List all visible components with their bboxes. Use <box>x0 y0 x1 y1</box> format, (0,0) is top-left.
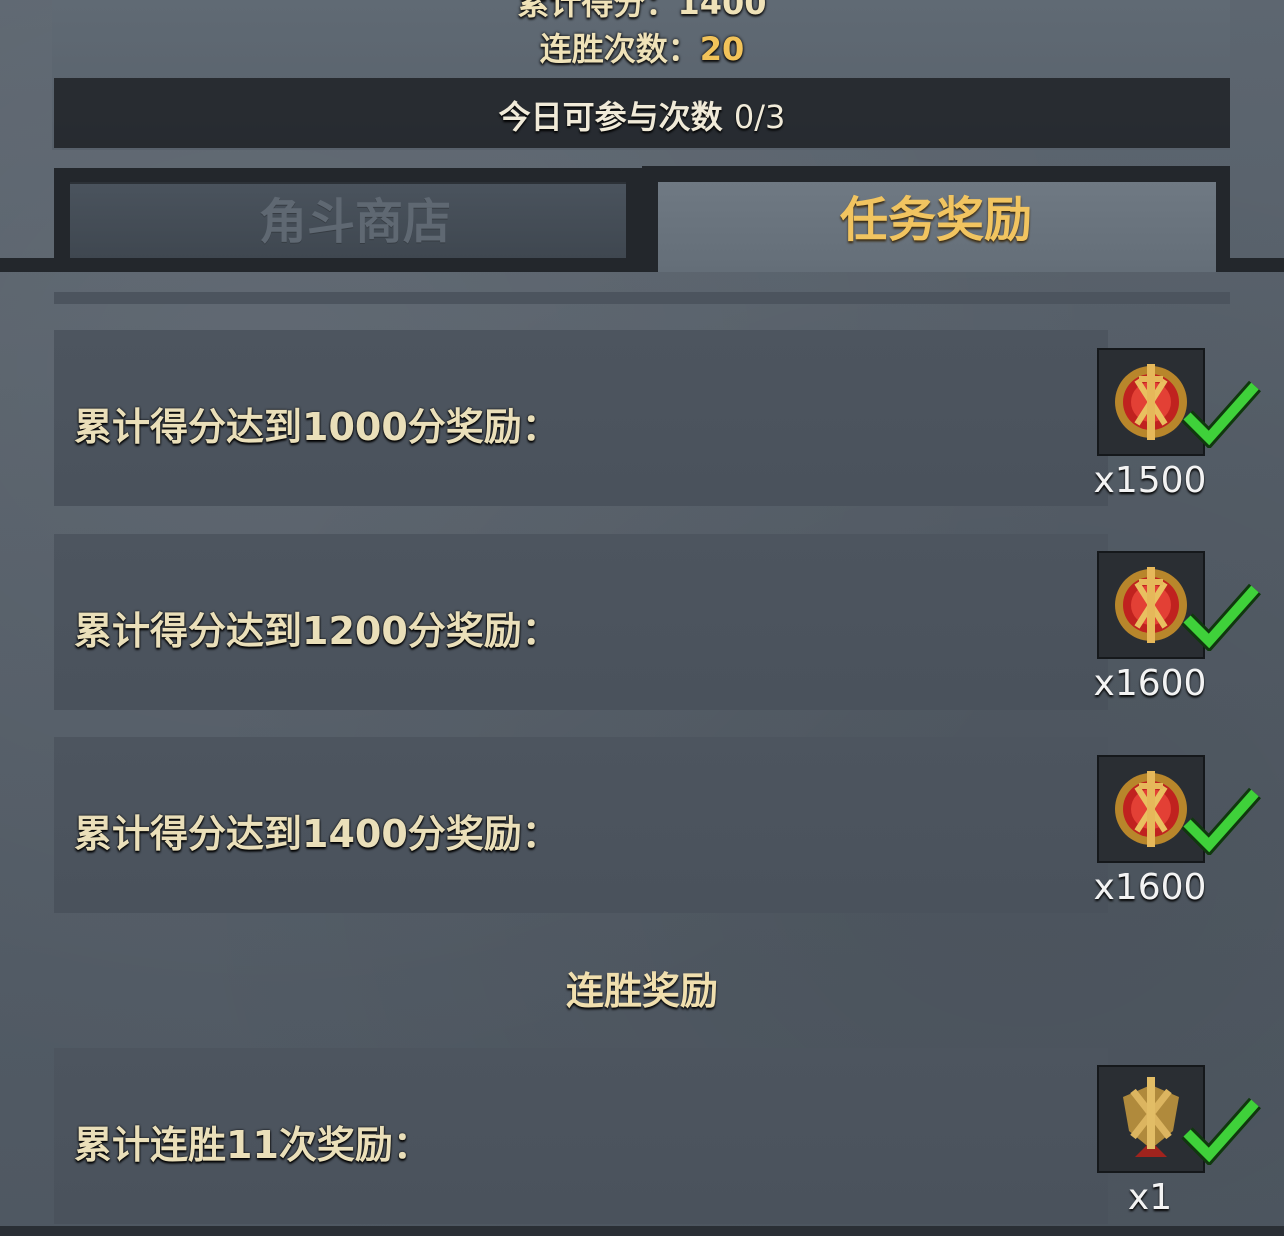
win-streak-value: 20 <box>699 30 745 68</box>
list-item: 累计得分达到1400分奖励： <box>54 737 1108 913</box>
reward-condition: 累计得分达到1400分奖励： <box>74 812 560 856</box>
daily-attempts-bar: 今日可参与次数 0/3 <box>54 78 1230 148</box>
list-item: 累计得分达到1000分奖励： <box>54 330 1108 506</box>
checkmark-icon <box>1181 583 1261 651</box>
tab-task-rewards-label: 任务奖励 <box>839 192 1032 248</box>
win-streak-line: 连胜次数：20 <box>0 24 1284 70</box>
tab-arena-shop[interactable]: 角斗商店 <box>54 168 656 272</box>
list-item: 累计连胜11次奖励： <box>54 1048 1108 1224</box>
checkmark-icon <box>1181 380 1261 448</box>
reward-quantity: x1600 <box>1093 867 1207 908</box>
total-score-text: 累计得分：1400 <box>517 0 767 22</box>
tab-task-rewards[interactable]: 任务奖励 <box>642 166 1230 272</box>
checkmark-icon <box>1181 1097 1261 1165</box>
previous-row-edge <box>54 292 1230 304</box>
reward-quantity: x1600 <box>1093 663 1207 704</box>
daily-attempts-label: 今日可参与次数 <box>498 98 723 136</box>
bottom-frame-edge <box>0 1226 1284 1236</box>
reward-condition: 累计得分达到1200分奖励： <box>74 609 560 653</box>
daily-attempts-count: 0/3 <box>733 98 786 136</box>
list-item: 累计得分达到1200分奖励： <box>54 534 1108 710</box>
tab-arena-shop-label: 角斗商店 <box>258 194 451 250</box>
total-score-line: 累计得分：1400 <box>0 0 1284 24</box>
reward-condition: 累计得分达到1000分奖励： <box>74 405 560 449</box>
win-streak-label: 连胜次数： <box>539 30 700 68</box>
reward-condition: 累计连胜11次奖励： <box>74 1123 431 1167</box>
streak-section-title: 连胜奖励 <box>565 969 718 1013</box>
reward-quantity: x1 <box>1127 1177 1173 1218</box>
checkmark-icon <box>1181 787 1261 855</box>
reward-quantity: x1500 <box>1093 460 1207 501</box>
reward-list[interactable]: 累计得分达到1000分奖励： x1500 累计得分达到1200分奖励： x160… <box>0 272 1284 1236</box>
